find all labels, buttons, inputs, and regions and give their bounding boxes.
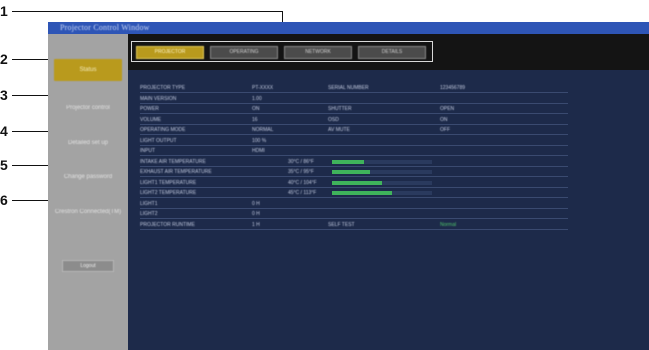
status-row: LIGHT2 0 H	[140, 210, 568, 219]
status-value: 30°C / 86°F	[288, 158, 314, 165]
window-title: Projector Control Window	[60, 23, 150, 32]
callout-4: 4	[0, 123, 8, 139]
status-label: POWER	[140, 106, 159, 112]
status-row: LIGHT1 0 H	[140, 200, 568, 209]
status-label: LIGHT1 TEMPERATURE	[140, 179, 197, 186]
temperature-bar-fill	[332, 180, 382, 185]
status-row: PROJECTOR TYPE PT-XXXX SERIAL NUMBER 123456…	[140, 84, 568, 93]
status-row: POWER ON SHUTTER OPEN	[140, 105, 568, 114]
status-value-2: 123456789	[440, 85, 466, 91]
status-label: EXHAUST AIR TEMPERATURE	[140, 169, 212, 175]
sidebar-item-detailed-set-up[interactable]: Detailed set up	[54, 132, 122, 154]
status-row: LIGHT OUTPUT 100 %	[140, 137, 568, 146]
status-label: LIGHT2	[140, 211, 158, 217]
status-label: VOLUME	[140, 116, 162, 123]
status-row: INTAKE AIR TEMPERATURE 30°C / 86°F	[140, 158, 568, 167]
status-value-2: ON	[440, 116, 448, 123]
callout-1: 1	[0, 3, 8, 19]
status-label: LIGHT2 TEMPERATURE	[140, 190, 197, 196]
sidebar-item-status[interactable]: Status	[54, 59, 122, 81]
status-value: PT-XXXX	[252, 85, 274, 91]
tab-operating[interactable]: OPERATING	[210, 46, 278, 59]
callout-2: 2	[0, 51, 8, 67]
status-value-2: OPEN	[440, 106, 455, 112]
status-label: OPERATING MODE	[140, 127, 186, 133]
status-label: INTAKE AIR TEMPERATURE	[140, 158, 206, 165]
callout-6: 6	[0, 192, 8, 208]
status-label: INPUT	[140, 148, 155, 154]
temperature-bar	[332, 170, 432, 174]
temperature-bar	[332, 180, 432, 185]
status-value: 16	[252, 116, 258, 123]
status-label-2: SELF TEST	[328, 221, 355, 228]
status-row: VOLUME 16 OSD ON	[140, 116, 568, 125]
status-value: 1 H	[252, 221, 260, 228]
callout-3: 3	[0, 87, 8, 103]
tab-details[interactable]: DETAILS	[358, 46, 426, 59]
status-label-2: OSD	[328, 116, 339, 123]
status-label: LIGHT1	[140, 200, 158, 207]
tab-network[interactable]: NETWORK	[284, 46, 352, 59]
status-row: OPERATING MODE NORMAL AV MUTE OFF	[140, 126, 568, 135]
status-value: 0 H	[252, 211, 260, 217]
temperature-bar-fill	[332, 170, 370, 174]
window-titlebar: Projector Control Window	[48, 22, 649, 34]
status-value: 0 H	[252, 200, 260, 207]
status-panel: PROJECTOR TYPE PT-XXXX SERIAL NUMBER 123456…	[128, 70, 649, 350]
status-label: PROJECTOR TYPE	[140, 85, 186, 91]
projector-control-window: Projector Control Window Status Projecto…	[48, 22, 649, 350]
status-value: NORMAL	[252, 127, 274, 133]
status-row: LIGHT2 TEMPERATURE 45°C / 113°F	[140, 189, 568, 198]
tab-projector[interactable]: PROJECTOR	[136, 46, 204, 59]
status-value: 40°C / 104°F	[288, 179, 317, 186]
status-row: LIGHT1 TEMPERATURE 40°C / 104°F	[140, 179, 568, 188]
status-row: INPUT HDMI	[140, 147, 568, 156]
status-value-2: Normal	[440, 221, 457, 228]
temperature-bar-fill	[332, 159, 364, 164]
status-value: HDMI	[252, 148, 265, 154]
logout-button[interactable]: Logout	[62, 260, 114, 272]
status-row: EXHAUST AIR TEMPERATURE 35°C / 95°F	[140, 168, 568, 177]
temperature-bar	[332, 191, 432, 195]
status-row: MAIN VERSION 1.00	[140, 95, 568, 104]
status-value: ON	[252, 106, 260, 112]
status-row: PROJECTOR RUNTIME 1 H SELF TEST Normal	[140, 221, 568, 230]
status-label: PROJECTOR RUNTIME	[140, 221, 195, 228]
sidebar: Status Projector control Detailed set up…	[48, 34, 128, 350]
status-value-2: OFF	[440, 127, 450, 133]
status-label: MAIN VERSION	[140, 95, 177, 102]
status-label-2: AV MUTE	[328, 127, 350, 133]
status-value: 100 %	[252, 137, 267, 144]
sidebar-item-crestron-connected[interactable]: Crestron Connected(TM)	[54, 201, 122, 223]
status-value: 45°C / 113°F	[288, 190, 317, 196]
status-label-2: SHUTTER	[328, 106, 352, 112]
callout-1-line-h	[12, 11, 282, 12]
sidebar-item-change-password[interactable]: Change password	[54, 166, 122, 188]
status-label: LIGHT OUTPUT	[140, 137, 177, 144]
temperature-bar	[332, 159, 432, 164]
temperature-bar-fill	[332, 191, 392, 195]
status-value: 1.00	[252, 95, 262, 102]
page-tabs: PROJECTOR OPERATING NETWORK DETAILS	[131, 41, 433, 62]
status-value: 35°C / 95°F	[288, 169, 314, 175]
sidebar-item-projector-control[interactable]: Projector control	[54, 97, 122, 119]
status-label-2: SERIAL NUMBER	[328, 85, 369, 91]
callout-5: 5	[0, 157, 8, 173]
